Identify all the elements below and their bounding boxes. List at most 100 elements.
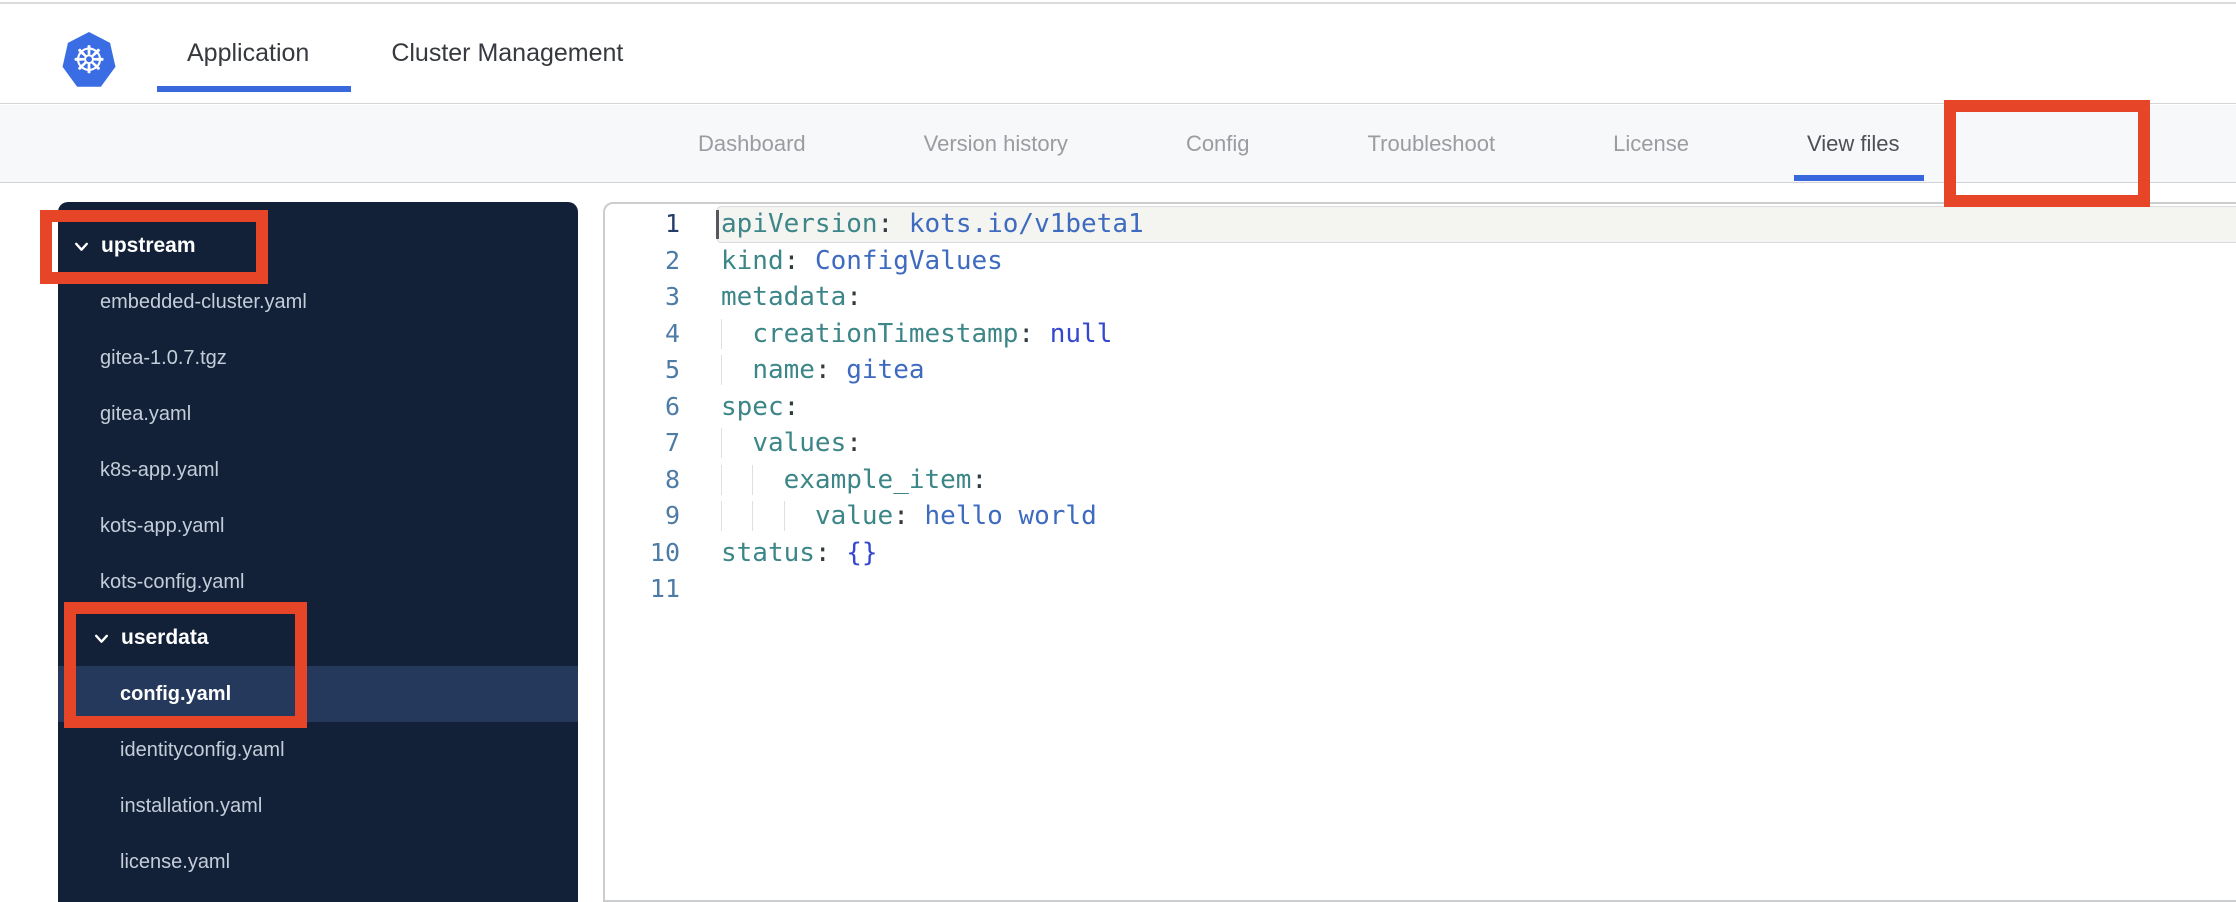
line-number: 6 bbox=[664, 391, 680, 421]
code-line-9[interactable]: 9 value: hello world bbox=[605, 498, 2236, 535]
code-line-6[interactable]: 6 spec: bbox=[605, 389, 2236, 426]
header-tab-cluster-management[interactable]: Cluster Management bbox=[391, 39, 623, 68]
token-key: spec bbox=[721, 391, 784, 422]
token-lit: {} bbox=[846, 537, 878, 568]
indent-guide bbox=[721, 465, 752, 495]
token-punc: : bbox=[783, 245, 815, 276]
subnav-tab-license[interactable]: License bbox=[1613, 105, 1689, 182]
tree-file-kots-app-yaml[interactable]: kots-app.yaml bbox=[58, 498, 578, 554]
tree-file-embedded-cluster-yaml[interactable]: embedded-cluster.yaml bbox=[58, 274, 578, 330]
code-line-2[interactable]: 2 kind: ConfigValues bbox=[605, 243, 2236, 280]
yaml-code-editor[interactable]: 1 apiVersion: kots.io/v1beta1 2 kind: Confi… bbox=[603, 202, 2236, 902]
code-line-8[interactable]: 8 example_item: bbox=[605, 462, 2236, 499]
line-number: 7 bbox=[664, 428, 680, 457]
line-number: 4 bbox=[664, 318, 680, 348]
token-key: example_item bbox=[783, 464, 972, 495]
subnav-tab-view-files[interactable]: View files bbox=[1794, 105, 1923, 182]
tree-item-label: config.yaml bbox=[120, 682, 232, 705]
code-line-text: spec: bbox=[721, 389, 799, 426]
code-line-text: name: gitea bbox=[721, 352, 925, 389]
chevron-down-icon bbox=[93, 630, 110, 647]
code-line-5[interactable]: 5 name: gitea bbox=[605, 352, 2236, 389]
code-line-3[interactable]: 3 metadata: bbox=[605, 279, 2236, 316]
tree-item-label: license.yaml bbox=[120, 850, 231, 873]
tree-file-k8s-app-yaml[interactable]: k8s-app.yaml bbox=[58, 442, 578, 498]
subnav-tab-version-history[interactable]: Version history bbox=[924, 105, 1068, 182]
token-key: value bbox=[814, 501, 894, 531]
token-punc: : bbox=[814, 355, 847, 385]
token-lit: null bbox=[1049, 318, 1113, 349]
tree-item-label: gitea.yaml bbox=[100, 402, 192, 425]
indent-guide bbox=[721, 501, 752, 531]
token-punc: : bbox=[877, 209, 909, 239]
token-key: kind bbox=[721, 245, 784, 276]
indent-guide bbox=[721, 428, 752, 458]
tree-folder-upstream[interactable]: upstream bbox=[58, 218, 578, 274]
header-tab-application[interactable]: Application bbox=[156, 39, 352, 92]
token-key: creationTimestamp bbox=[752, 318, 1019, 349]
tree-file-kots-config-yaml[interactable]: kots-config.yaml bbox=[58, 554, 578, 610]
subnav-tab-troubleshoot[interactable]: Troubleshoot bbox=[1368, 105, 1496, 182]
tree-item-label: installation.yaml bbox=[120, 794, 263, 817]
code-line-7[interactable]: 7 values: bbox=[605, 425, 2236, 462]
tree-file-installation-yaml[interactable]: installation.yaml bbox=[58, 778, 578, 834]
header-tabs: Application Cluster Management bbox=[156, 4, 623, 103]
tree-item-label: kots-app.yaml bbox=[100, 514, 225, 537]
indent-guide bbox=[752, 501, 783, 531]
token-punc: : bbox=[846, 428, 862, 458]
kubernetes-logo-icon: ☸ bbox=[62, 32, 116, 87]
token-key: status bbox=[721, 537, 815, 568]
tree-file-identityconfig-yaml[interactable]: identityconfig.yaml bbox=[58, 722, 578, 778]
subnav-tab-config[interactable]: Config bbox=[1186, 105, 1250, 182]
code-line-text: metadata: bbox=[721, 279, 862, 316]
tree-file-license-yaml[interactable]: license.yaml bbox=[58, 834, 578, 890]
token-val: hello world bbox=[924, 501, 1097, 531]
tree-item-label: kots-config.yaml bbox=[100, 570, 245, 593]
token-key: name bbox=[752, 355, 815, 385]
token-key: values bbox=[752, 428, 847, 458]
ship-wheel-glyph: ☸ bbox=[71, 39, 107, 82]
code-line-text: example_item: bbox=[721, 462, 988, 499]
line-number: 5 bbox=[664, 355, 680, 384]
subnav-tabs: Dashboard Version history Config Troublesho… bbox=[698, 105, 1923, 182]
tree-file-gitea-yaml[interactable]: gitea.yaml bbox=[58, 386, 578, 442]
file-tree-sidebar: upstream embedded-cluster.yaml gitea-1.0.7… bbox=[58, 202, 578, 902]
tree-file-gitea-1-0-7-tgz[interactable]: gitea-1.0.7.tgz bbox=[58, 330, 578, 386]
code-line-text: values: bbox=[721, 425, 862, 462]
code-line-text: creationTimestamp: null bbox=[721, 316, 1112, 353]
line-number: 8 bbox=[664, 464, 680, 494]
tree-item-label: upstream bbox=[101, 234, 196, 257]
token-punc: : bbox=[893, 501, 925, 531]
chevron-down-icon bbox=[75, 242, 88, 251]
indent-guide bbox=[721, 355, 752, 385]
chevron-down-icon bbox=[73, 238, 90, 255]
line-number: 9 bbox=[664, 501, 680, 530]
tree-file-config-yaml[interactable]: config.yaml bbox=[58, 666, 578, 722]
subnav-tab-dashboard[interactable]: Dashboard bbox=[698, 105, 806, 182]
code-line-4[interactable]: 4 creationTimestamp: null bbox=[605, 316, 2236, 353]
token-punc: : bbox=[783, 391, 800, 422]
code-line-10[interactable]: 10 status: {} bbox=[605, 535, 2236, 572]
token-punc: : bbox=[971, 464, 988, 495]
token-punc: : bbox=[814, 537, 847, 568]
line-number: 10 bbox=[649, 537, 680, 567]
app-subnav: Dashboard Version history Config Troublesho… bbox=[0, 105, 2236, 183]
token-key: metadata bbox=[721, 282, 847, 312]
indent-guide bbox=[752, 465, 783, 495]
tree-item-label: k8s-app.yaml bbox=[100, 458, 219, 481]
token-val: gitea bbox=[846, 355, 925, 385]
code-line-text: kind: ConfigValues bbox=[721, 243, 1003, 280]
chevron-down-icon bbox=[95, 634, 108, 643]
line-number: 2 bbox=[664, 245, 680, 275]
indent-guide bbox=[784, 501, 815, 531]
tree-item-label: userdata bbox=[121, 626, 209, 649]
line-number: 3 bbox=[664, 282, 680, 311]
tree-item-label: embedded-cluster.yaml bbox=[100, 290, 307, 313]
token-key: apiVersion bbox=[721, 209, 878, 239]
code-line-1[interactable]: 1 apiVersion: kots.io/v1beta1 bbox=[605, 206, 2236, 243]
tree-folder-userdata[interactable]: userdata bbox=[58, 610, 578, 666]
token-punc: : bbox=[1018, 318, 1050, 349]
code-line-11[interactable]: 11 bbox=[605, 571, 2236, 608]
tree-item-label: identityconfig.yaml bbox=[120, 738, 285, 761]
token-val: ConfigValues bbox=[814, 245, 1003, 276]
